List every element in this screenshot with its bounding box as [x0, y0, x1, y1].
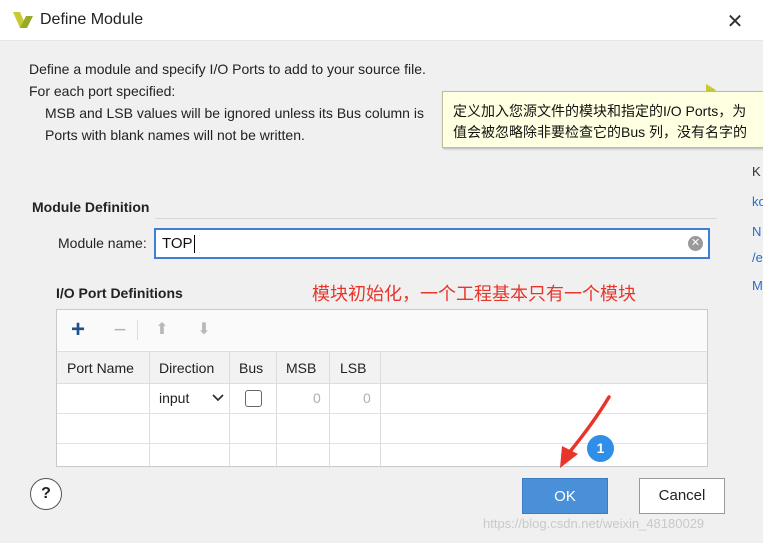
description-line: MSB and LSB values will be ignored unles… [45, 105, 424, 121]
column-header-bus[interactable]: Bus [239, 360, 263, 376]
strip-text: M [752, 278, 763, 293]
ok-button[interactable]: OK [522, 478, 608, 514]
close-icon[interactable]: ✕ [725, 9, 745, 34]
description-line: Define a module and specify I/O Ports to… [29, 61, 426, 77]
background-window-strip: K ko N /e M [752, 160, 763, 460]
module-name-input[interactable]: TOP ✕ [154, 228, 710, 259]
strip-text: K [752, 164, 761, 179]
msb-cell[interactable]: 0 [313, 390, 321, 406]
tooltip-line: 定义加入您源文件的模块和指定的I/O Ports，为 [453, 103, 747, 119]
add-port-icon[interactable]: + [66, 318, 90, 342]
bus-checkbox[interactable] [245, 390, 262, 407]
tooltip-line: 值会被忽略除非要检查它的Bus 列，没有名字的 [453, 124, 748, 140]
module-name-value: TOP [162, 235, 193, 252]
lsb-cell[interactable]: 0 [363, 390, 371, 406]
vivado-logo-icon [13, 12, 33, 28]
chevron-down-icon[interactable] [212, 394, 224, 402]
strip-text: /e [752, 250, 763, 265]
strip-text: ko [752, 194, 763, 209]
step-badge: 1 [587, 435, 614, 462]
strip-text: N [752, 224, 762, 239]
section-divider [155, 218, 717, 219]
table-toolbar: + − ⬆ ⬇ [57, 310, 707, 350]
column-header-direction[interactable]: Direction [159, 360, 214, 376]
direction-select[interactable]: input [159, 390, 189, 406]
column-header-lsb[interactable]: LSB [340, 360, 366, 376]
move-down-icon[interactable]: ⬇ [192, 318, 216, 342]
module-definition-title: Module Definition [32, 199, 150, 215]
description-line: For each port specified: [29, 83, 176, 99]
description-line: Ports with blank names will not be writt… [45, 127, 305, 143]
cancel-button[interactable]: Cancel [639, 478, 725, 514]
column-header-port-name[interactable]: Port Name [67, 360, 134, 376]
table-header: Port Name Direction Bus MSB LSB [57, 351, 707, 384]
io-ports-title: I/O Port Definitions [56, 285, 183, 301]
window-title: Define Module [40, 11, 144, 28]
watermark-text: https://blog.csdn.net/weixin_48180029 [483, 516, 705, 531]
move-up-icon[interactable]: ⬆ [150, 318, 174, 342]
title-bar: Define Module ✕ [0, 0, 763, 41]
module-name-label: Module name: [58, 235, 147, 251]
remove-port-icon[interactable]: − [108, 318, 132, 342]
help-button[interactable]: ? [30, 478, 62, 510]
red-annotation: 模块初始化，一个工程基本只有一个模块 [312, 284, 636, 304]
text-caret [194, 235, 195, 253]
clear-icon[interactable]: ✕ [688, 236, 703, 251]
toolbar-divider [137, 320, 138, 340]
column-header-msb[interactable]: MSB [286, 360, 316, 376]
translation-tooltip: 定义加入您源文件的模块和指定的I/O Ports，为 值会被忽略除非要检查它的B… [442, 91, 763, 148]
